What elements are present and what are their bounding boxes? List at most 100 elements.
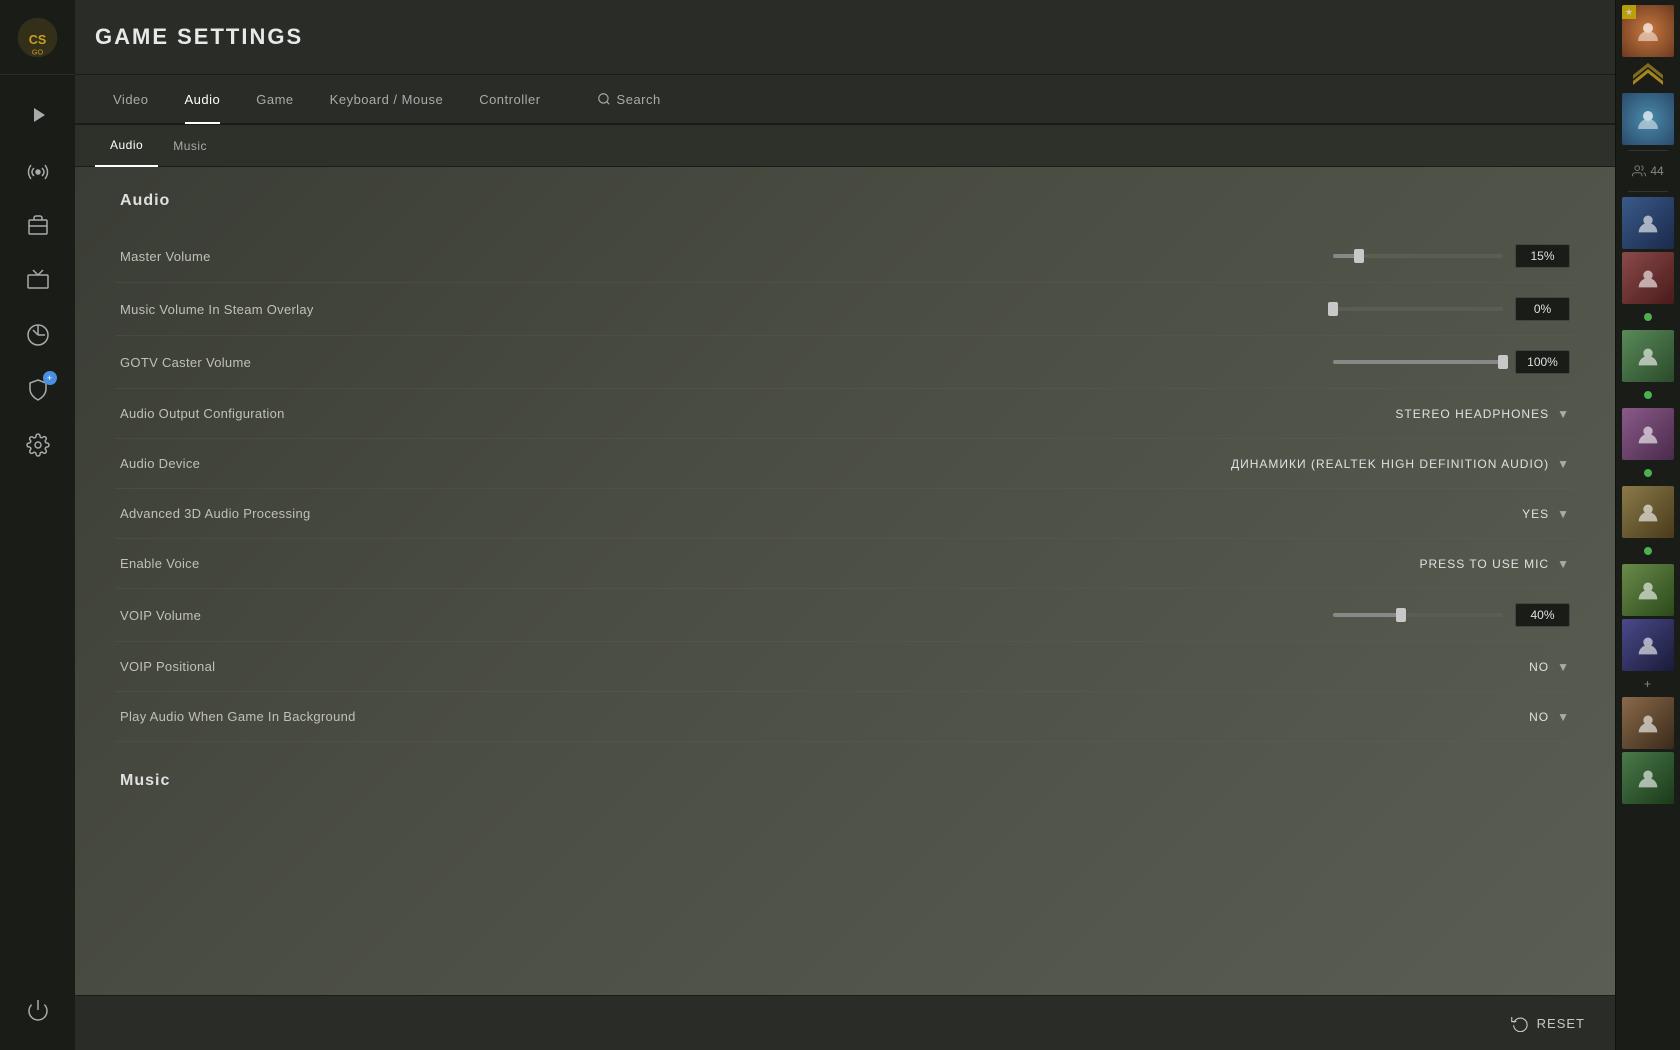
friend-avatar-1[interactable] xyxy=(1622,197,1674,249)
content-area: Audio Master Volume 15% Music Volume In … xyxy=(75,167,1615,995)
avatar-img-4 xyxy=(1622,408,1674,460)
friend-avatar-2[interactable] xyxy=(1622,252,1674,304)
sidebar-icon-settings[interactable] xyxy=(13,420,63,470)
friend-avatar-4[interactable] xyxy=(1622,408,1674,460)
avatar-img-6 xyxy=(1622,564,1674,616)
slider-gotv-caster-volume[interactable]: 100% xyxy=(1333,350,1570,374)
friend-avatar-6[interactable] xyxy=(1622,564,1674,616)
slider-master-volume[interactable]: 15% xyxy=(1333,244,1570,268)
tab-game[interactable]: Game xyxy=(238,74,311,124)
tab-search[interactable]: Search xyxy=(579,74,679,124)
label-music-volume-overlay: Music Volume In Steam Overlay xyxy=(120,302,470,317)
reset-button[interactable]: RESET xyxy=(1511,1014,1585,1032)
slider-value-voip-volume: 40% xyxy=(1515,603,1570,627)
dropdown-play-audio-background[interactable]: NO ▼ xyxy=(1529,710,1570,724)
dropdown-advanced-3d-audio[interactable]: YES ▼ xyxy=(1522,507,1570,521)
row-enable-voice: Enable Voice PRESS TO USE MIC ▼ xyxy=(115,539,1575,589)
online-dot-3 xyxy=(1644,469,1652,477)
label-enable-voice: Enable Voice xyxy=(120,556,470,571)
tab-video[interactable]: Video xyxy=(95,74,167,124)
shield-badge: + xyxy=(43,371,57,385)
dropdown-arrow-play-audio-background: ▼ xyxy=(1557,710,1570,724)
dropdown-value-enable-voice: PRESS TO USE MIC xyxy=(1420,557,1550,571)
sub-tab-audio[interactable]: Audio xyxy=(95,125,158,167)
avatar-img-5 xyxy=(1622,486,1674,538)
sub-tab-music[interactable]: Music xyxy=(158,125,222,167)
slider-fill-gotv-caster-volume xyxy=(1333,360,1503,364)
friend-avatar-top[interactable]: ★ xyxy=(1622,5,1674,57)
tab-keyboard-mouse[interactable]: Keyboard / Mouse xyxy=(312,74,462,124)
label-master-volume: Master Volume xyxy=(120,249,470,264)
dropdown-value-audio-device: ДИНАМИКИ (REALTEK HIGH DEFINITION AUDIO) xyxy=(1231,457,1549,471)
logo-area: CS GO xyxy=(0,0,75,75)
dropdown-audio-output-config[interactable]: STEREO HEADPHONES ▼ xyxy=(1395,407,1570,421)
page-title: GAME SETTINGS xyxy=(95,24,303,50)
control-voip-positional: NO ▼ xyxy=(470,660,1570,674)
online-dot-1 xyxy=(1644,313,1652,321)
label-voip-positional: VOIP Positional xyxy=(120,659,470,674)
control-music-volume-overlay: 0% xyxy=(470,297,1570,321)
search-icon xyxy=(597,92,611,106)
section-title-music: Music xyxy=(115,772,1575,790)
slider-music-volume-overlay[interactable]: 0% xyxy=(1333,297,1570,321)
row-gotv-caster-volume: GOTV Caster Volume 100% xyxy=(115,336,1575,389)
avatar-img-7 xyxy=(1622,619,1674,671)
friend-avatar-decorated[interactable] xyxy=(1622,93,1674,145)
slider-fill-voip-volume xyxy=(1333,613,1401,617)
tab-controller[interactable]: Controller xyxy=(461,74,558,124)
dropdown-voip-positional[interactable]: NO ▼ xyxy=(1529,660,1570,674)
sidebar-icon-stats[interactable] xyxy=(13,310,63,360)
row-voip-volume: VOIP Volume 40% xyxy=(115,589,1575,642)
sidebar-icon-power[interactable] xyxy=(13,985,63,1035)
friend-avatar-3[interactable] xyxy=(1622,330,1674,382)
avatar-img-1 xyxy=(1622,197,1674,249)
row-master-volume: Master Volume 15% xyxy=(115,230,1575,283)
row-audio-output-config: Audio Output Configuration STEREO HEADPH… xyxy=(115,389,1575,439)
slider-track-voip-volume xyxy=(1333,613,1503,617)
avatar-img-8 xyxy=(1622,697,1674,749)
friend-avatar-5[interactable] xyxy=(1622,486,1674,538)
friend-avatar-9[interactable] xyxy=(1622,752,1674,804)
label-gotv-caster-volume: GOTV Caster Volume xyxy=(120,355,470,370)
friend-avatar-7[interactable] xyxy=(1622,619,1674,671)
friend-avatar-8[interactable] xyxy=(1622,697,1674,749)
online-dot-4 xyxy=(1644,547,1652,555)
slider-thumb-music-volume-overlay xyxy=(1328,302,1338,316)
slider-track-master-volume xyxy=(1333,254,1503,258)
control-voip-volume: 40% xyxy=(470,603,1570,627)
control-enable-voice: PRESS TO USE MIC ▼ xyxy=(470,557,1570,571)
sidebar-icon-shield[interactable]: + xyxy=(13,365,63,415)
top-header: GAME SETTINGS xyxy=(75,0,1615,75)
dropdown-value-voip-positional: NO xyxy=(1529,660,1549,674)
sidebar-icon-tv[interactable] xyxy=(13,255,63,305)
dropdown-value-advanced-3d-audio: YES xyxy=(1522,507,1549,521)
slider-value-gotv-caster-volume: 100% xyxy=(1515,350,1570,374)
sidebar-icon-broadcast[interactable] xyxy=(13,145,63,195)
svg-text:GO: GO xyxy=(32,47,44,56)
sidebar-icon-play[interactable] xyxy=(13,90,63,140)
row-advanced-3d-audio: Advanced 3D Audio Processing YES ▼ xyxy=(115,489,1575,539)
dropdown-enable-voice[interactable]: PRESS TO USE MIC ▼ xyxy=(1420,557,1570,571)
control-gotv-caster-volume: 100% xyxy=(470,350,1570,374)
control-master-volume: 15% xyxy=(470,244,1570,268)
friends-count-badge: 44 xyxy=(1622,156,1674,186)
avatar-image-decorated xyxy=(1622,93,1674,145)
search-tab-label: Search xyxy=(617,92,661,107)
nav-tabs-bar: Video Audio Game Keyboard / Mouse Contro… xyxy=(75,75,1615,125)
friends-count-number: 44 xyxy=(1650,164,1663,178)
avatar-img-9 xyxy=(1622,752,1674,804)
streaming-indicator-4 xyxy=(1622,541,1674,561)
dropdown-audio-device[interactable]: ДИНАМИКИ (REALTEK HIGH DEFINITION AUDIO)… xyxy=(1231,457,1570,471)
slider-voip-volume[interactable]: 40% xyxy=(1333,603,1570,627)
dropdown-arrow-audio-device: ▼ xyxy=(1557,457,1570,471)
label-voip-volume: VOIP Volume xyxy=(120,608,470,623)
tab-audio[interactable]: Audio xyxy=(167,74,239,124)
add-icon: + xyxy=(1642,678,1654,690)
left-sidebar: CS GO xyxy=(0,0,75,1050)
friend-separator-1 xyxy=(1628,150,1668,151)
slider-thumb-gotv-caster-volume xyxy=(1498,355,1508,369)
row-play-audio-background: Play Audio When Game In Background NO ▼ xyxy=(115,692,1575,742)
sidebar-icon-inventory[interactable] xyxy=(13,200,63,250)
streaming-indicator-1 xyxy=(1622,307,1674,327)
control-play-audio-background: NO ▼ xyxy=(470,710,1570,724)
